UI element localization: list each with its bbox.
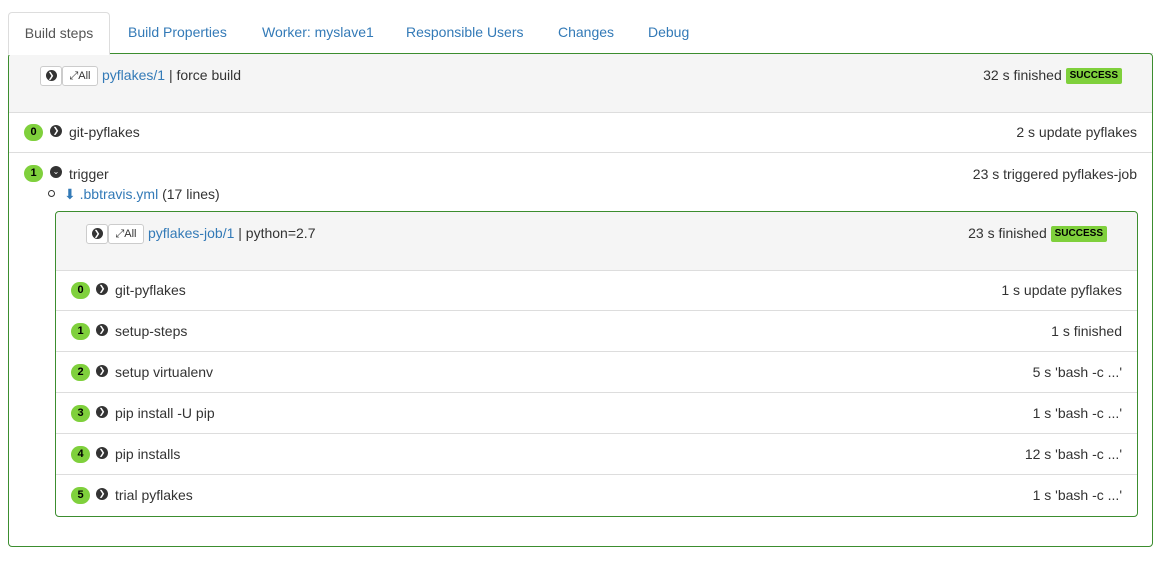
tab-debug[interactable]: Debug	[648, 12, 689, 53]
step-row[interactable]: 3 ❯ pip install -U pip 1 s 'bash -c ...'	[56, 393, 1137, 434]
step-summary: 23 s triggered pyflakes-job	[972, 166, 1137, 182]
step-number-badge: 1	[71, 323, 90, 340]
triggered-build-panel: ❯ ⤢All pyflakes-job/1 | python=2.7 23 s …	[55, 211, 1138, 517]
step-summary: 1 s 'bash -c ...'	[1032, 487, 1122, 503]
expand-all-button[interactable]: ⤢All	[62, 66, 98, 86]
triggered-build-link[interactable]: pyflakes-job/1	[148, 225, 234, 241]
step-number-badge: 0	[24, 124, 43, 141]
step-name: pip install -U pip	[115, 405, 215, 421]
step-number-badge: 2	[71, 364, 90, 381]
triggered-build-summary: 23 s finished SUCCESS	[968, 225, 1107, 243]
build-panel: ❯ ⤢All pyflakes/1 | force build 32 s fin…	[8, 53, 1153, 547]
step-name: setup-steps	[115, 323, 188, 339]
chevron-circle-right-icon: ❯	[45, 69, 57, 81]
download-icon[interactable]: ⬇	[64, 186, 76, 202]
tab-responsible-users[interactable]: Responsible Users	[406, 12, 524, 53]
chevron-circle-right-icon[interactable]: ❯	[50, 125, 62, 137]
expand-button[interactable]: ❯	[40, 66, 62, 86]
build-tabs: Build steps Build Properties Worker: mys…	[8, 12, 1153, 55]
expand-all-label: All	[78, 70, 91, 82]
step-row[interactable]: 5 ❯ trial pyflakes 1 s 'bash -c ...'	[56, 475, 1137, 515]
step-row[interactable]: 0 ❯ git-pyflakes 2 s update pyflakes	[9, 112, 1152, 153]
step-summary: 2 s update pyflakes	[1016, 124, 1137, 140]
step-name: setup virtualenv	[115, 364, 214, 380]
step-row[interactable]: 1 ❯ setup-steps 1 s finished	[56, 311, 1137, 352]
chevron-circle-right-icon[interactable]: ❯	[96, 447, 108, 459]
tab-worker[interactable]: Worker: myslave1	[262, 12, 374, 53]
expand-button[interactable]: ❯	[86, 224, 108, 244]
step-number-badge: 3	[71, 405, 90, 422]
tab-changes[interactable]: Changes	[558, 12, 614, 53]
build-reason: | force build	[168, 67, 242, 83]
status-badge: SUCCESS	[1050, 226, 1107, 243]
list-bullet	[48, 190, 55, 197]
triggered-build-header: ❯ ⤢All pyflakes-job/1 | python=2.7 23 s …	[56, 212, 1137, 271]
step-summary: 1 s 'bash -c ...'	[1032, 405, 1122, 421]
step-name: pip installs	[115, 446, 181, 462]
expand-all-button[interactable]: ⤢All	[108, 224, 144, 244]
build-link[interactable]: pyflakes/1	[102, 67, 165, 83]
trigger-file-link[interactable]: .bbtravis.yml	[80, 186, 159, 202]
tab-build-steps[interactable]: Build steps	[8, 12, 110, 55]
step-summary: 1 s finished	[1051, 323, 1122, 339]
step-summary: 5 s 'bash -c ...'	[1032, 364, 1122, 380]
step-row[interactable]: 0 ❯ git-pyflakes 1 s update pyflakes	[56, 270, 1137, 311]
step-row[interactable]: 4 ❯ pip installs 12 s 'bash -c ...'	[56, 434, 1137, 475]
chevron-circle-right-icon[interactable]: ❯	[96, 283, 108, 295]
step-summary: 12 s 'bash -c ...'	[1024, 446, 1122, 462]
step-number-badge: 4	[71, 446, 90, 463]
chevron-circle-right-icon[interactable]: ❯	[96, 488, 108, 500]
triggered-build-summary-text: 23 s finished	[968, 225, 1047, 241]
chevron-circle-right-icon[interactable]: ❯	[96, 406, 108, 418]
tab-build-properties[interactable]: Build Properties	[128, 12, 227, 53]
arrows-diagonal-icon: ⤢	[69, 70, 79, 82]
chevron-circle-right-icon[interactable]: ❯	[96, 365, 108, 377]
trigger-file: ⬇ .bbtravis.yml (17 lines)	[64, 186, 220, 203]
status-badge: SUCCESS	[1065, 68, 1122, 85]
step-number-badge: 5	[71, 487, 90, 504]
triggered-build-reason: | python=2.7	[238, 225, 316, 241]
step-summary: 1 s update pyflakes	[1001, 282, 1122, 298]
build-title: pyflakes/1 | force build	[102, 67, 241, 83]
expand-all-label: All	[124, 228, 137, 240]
step-name: trial pyflakes	[115, 487, 193, 503]
build-summary: 32 s finished SUCCESS	[983, 67, 1122, 85]
chevron-circle-right-icon: ❯	[91, 227, 103, 239]
step-number-badge: 0	[71, 282, 90, 299]
step-name: git-pyflakes	[115, 282, 186, 298]
step-number-badge: 1	[24, 165, 43, 182]
build-header: ❯ ⤢All pyflakes/1 | force build 32 s fin…	[9, 54, 1152, 113]
trigger-file-lines: (17 lines)	[162, 186, 220, 202]
build-summary-text: 32 s finished	[983, 67, 1062, 83]
chevron-circle-down-icon[interactable]: ⌄	[50, 166, 62, 178]
step-name: trigger	[69, 166, 109, 182]
triggered-build-title: pyflakes-job/1 | python=2.7	[148, 225, 315, 241]
step-row[interactable]: 2 ❯ setup virtualenv 5 s 'bash -c ...'	[56, 352, 1137, 393]
step-name: git-pyflakes	[69, 124, 140, 140]
chevron-circle-right-icon[interactable]: ❯	[96, 324, 108, 336]
arrows-diagonal-icon: ⤢	[115, 228, 125, 240]
